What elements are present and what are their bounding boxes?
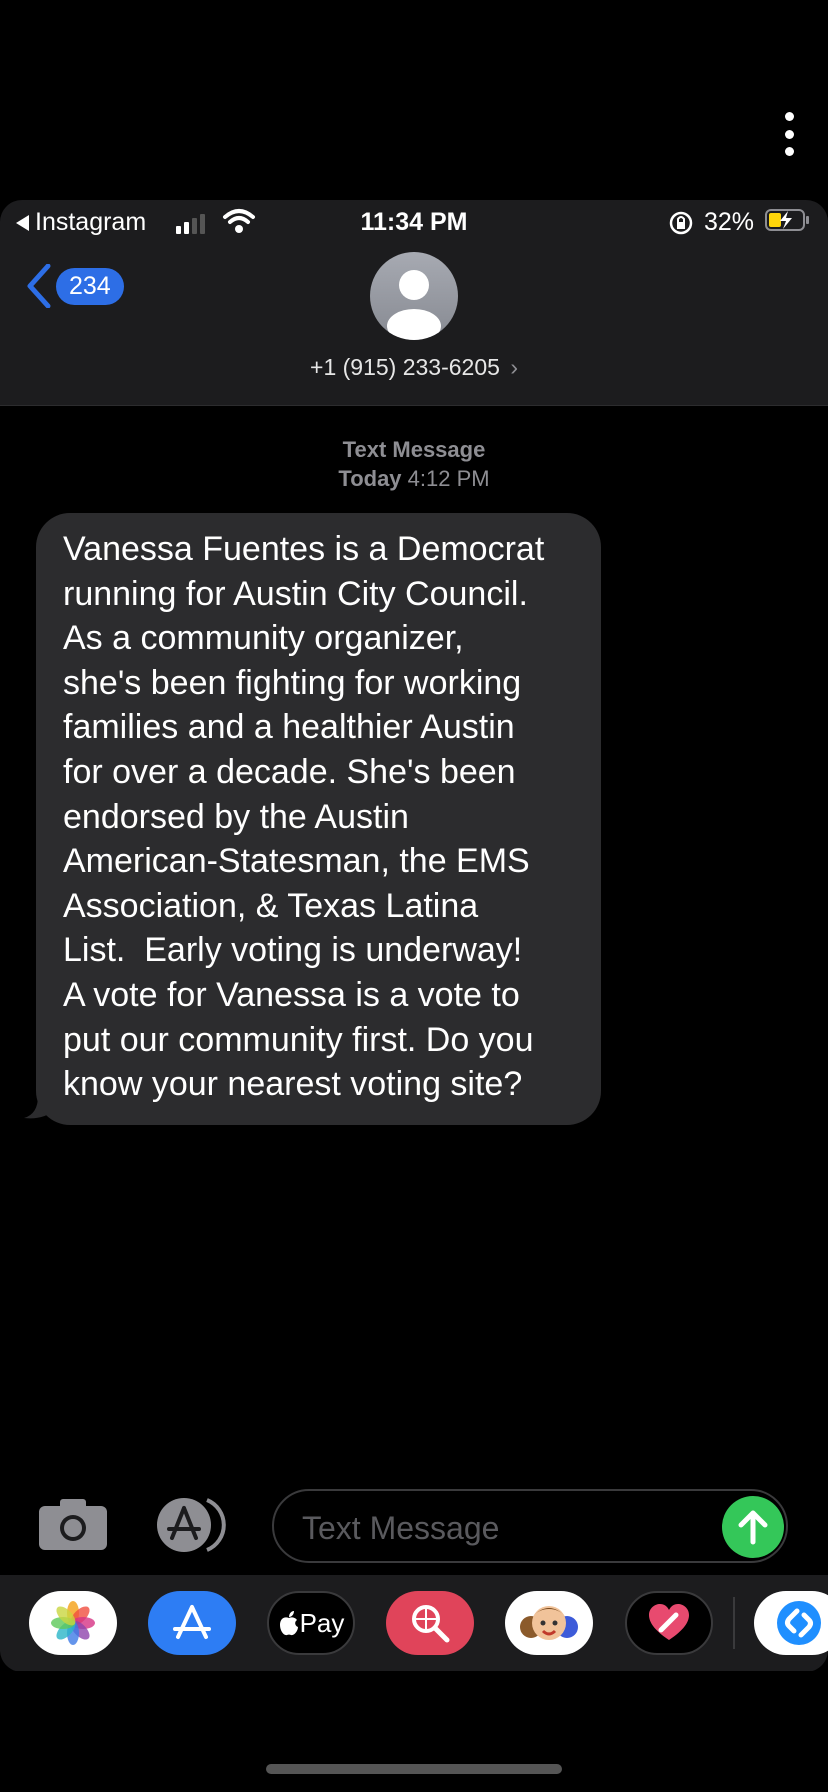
chevron-right-icon: ›: [510, 354, 518, 380]
apple-pay-label: Pay: [299, 1607, 345, 1638]
heart-sticker-app-button[interactable]: [625, 1591, 713, 1655]
orientation-lock-icon: [669, 211, 693, 235]
battery-charging-icon: [765, 209, 809, 231]
send-button[interactable]: [722, 1496, 784, 1558]
web-search-app-button[interactable]: [386, 1591, 474, 1655]
battery-percent: 32%: [704, 208, 755, 236]
time-label: 4:12 PM: [407, 466, 490, 491]
app-store-icon: [173, 1605, 211, 1639]
shazam-icon: [777, 1601, 821, 1645]
apple-logo-icon: [279, 1611, 298, 1636]
unread-count-badge: 234: [56, 267, 124, 305]
received-message-bubble[interactable]: Vanessa Fuentes is a Democrat running fo…: [36, 513, 601, 1125]
person-icon: [387, 270, 441, 340]
message-input-placeholder: Text Message: [302, 1510, 500, 1546]
camera-icon[interactable]: [38, 1498, 108, 1550]
chevron-left-icon: [27, 264, 51, 308]
apps-icon[interactable]: [155, 1496, 235, 1554]
date-label: Today: [338, 466, 402, 491]
apple-pay-button[interactable]: Pay: [267, 1591, 355, 1655]
photos-icon: [51, 1601, 95, 1645]
conversation-header: Instagram 11:34 PM 32% 234 +1 (915) 233-…: [0, 200, 828, 406]
message-timestamp: Text Message Today 4:12 PM: [0, 435, 828, 493]
memoji-app-button[interactable]: [505, 1591, 593, 1655]
message-input[interactable]: Text Message: [272, 1489, 788, 1563]
web-search-icon: [412, 1605, 450, 1643]
imessage-app-drawer: Pay: [0, 1575, 828, 1671]
more-options-icon[interactable]: [778, 112, 800, 156]
home-indicator[interactable]: [266, 1764, 562, 1774]
status-bar: Instagram 11:34 PM 32%: [0, 200, 828, 244]
arrow-up-icon: [738, 1510, 768, 1545]
photos-app-button[interactable]: [29, 1591, 117, 1655]
contact-number: +1 (915) 233-6205: [310, 354, 500, 380]
contact-avatar[interactable]: [370, 252, 458, 340]
messages-screen: Instagram 11:34 PM 32% 234 +1 (915) 233-…: [0, 200, 828, 1672]
heart-sticker-icon: [649, 1604, 689, 1640]
back-to-messages-button[interactable]: 234: [26, 264, 124, 308]
shazam-app-button[interactable]: [754, 1591, 828, 1655]
drawer-divider: [733, 1597, 735, 1649]
memoji-icon: [520, 1606, 578, 1640]
service-label: Text Message: [342, 437, 486, 462]
contact-details-button[interactable]: +1 (915) 233-6205 ›: [0, 354, 828, 381]
app-store-button[interactable]: [148, 1591, 236, 1655]
